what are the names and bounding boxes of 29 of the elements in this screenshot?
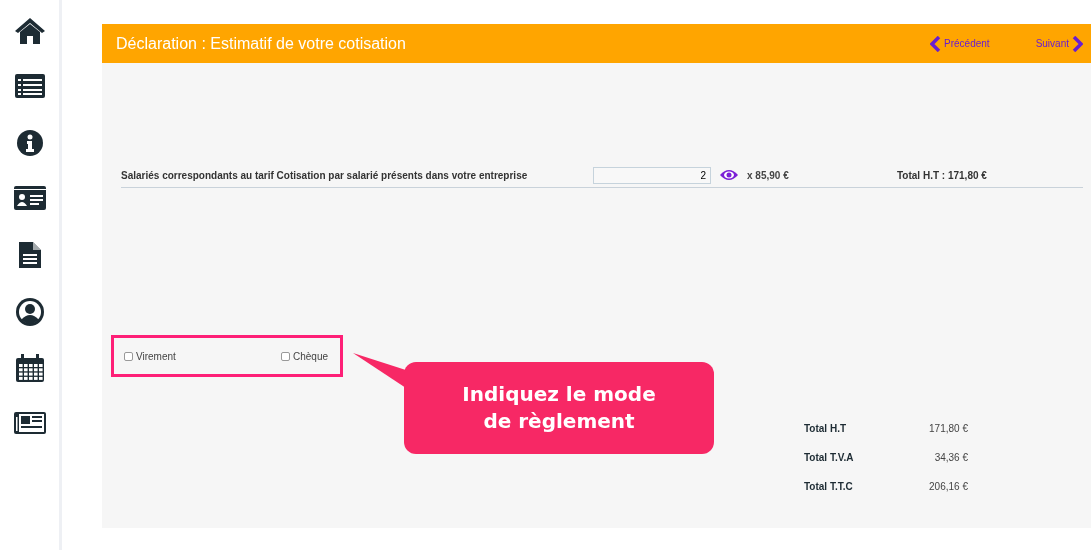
checkbox[interactable] [124, 351, 133, 361]
total-value: 206,16 € [929, 481, 968, 492]
next-link[interactable]: Suivant [1035, 35, 1083, 52]
unit-price: x 85,90 € [747, 169, 790, 181]
previous-link[interactable]: Précédent [930, 35, 990, 52]
total-label: Total T.T.C [804, 481, 853, 492]
user-icon[interactable] [14, 297, 45, 327]
line-item-label: Salariés correspondants au tarif Cotisation par salarié présents dans votre entreprise [121, 169, 529, 181]
total-label: Total H.T [804, 423, 847, 434]
list-icon[interactable] [13, 73, 46, 99]
callout: Indiquez le mode de règlement [404, 362, 714, 454]
home-icon[interactable] [13, 17, 46, 45]
newspaper-icon[interactable] [12, 409, 47, 435]
eye-icon[interactable] [719, 168, 739, 182]
page-title: Déclaration : Estimatif de votre cotisation [116, 34, 407, 53]
checkbox-label: Virement [136, 350, 176, 362]
checkbox-label: Chèque [292, 350, 328, 362]
checkbox[interactable] [280, 351, 290, 361]
document-icon[interactable] [17, 241, 42, 269]
calendar-icon[interactable] [14, 353, 45, 383]
total-label: Total T.V.A [804, 452, 854, 463]
id-card-icon[interactable] [12, 185, 47, 211]
chevron-right-icon [1072, 35, 1083, 52]
total-value: 34,36 € [934, 452, 968, 463]
total-value: 171,80 € [929, 423, 968, 434]
quantity-field[interactable]: 2 [593, 166, 711, 184]
chevron-left-icon [930, 35, 942, 52]
line-total: Total H.T : 171,80 € [897, 169, 987, 181]
info-icon[interactable] [15, 129, 44, 157]
